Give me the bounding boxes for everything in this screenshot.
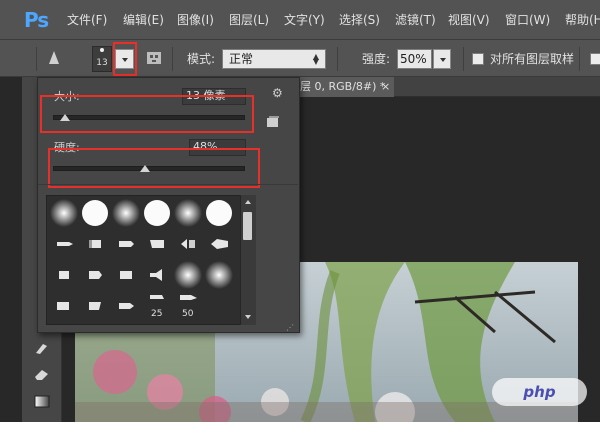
brush-tip-preset[interactable]	[111, 229, 142, 260]
updown-arrow-icon: ▲ ▼	[312, 52, 319, 66]
brush-soft-round[interactable]	[173, 260, 204, 291]
tool-preset-icon[interactable]	[46, 50, 62, 66]
brush-tip-preset[interactable]	[80, 260, 111, 291]
mode-label: 模式:	[187, 52, 216, 66]
brush-tip-preset[interactable]	[80, 291, 111, 322]
panel-divider	[38, 184, 298, 185]
strength-slider-button[interactable]	[433, 49, 451, 69]
brush-hard-round[interactable]	[142, 198, 173, 229]
menu-window[interactable]: 窗口(W)	[505, 11, 550, 29]
mode-value: 正常	[229, 52, 254, 66]
brush-tip-preset[interactable]	[80, 229, 111, 260]
close-tab-icon[interactable]: ×	[381, 77, 390, 97]
brush-tip-preset[interactable]	[49, 291, 80, 322]
eraser-tool-icon[interactable]	[33, 366, 51, 382]
brush-soft-round[interactable]	[49, 198, 80, 229]
brush-tip-icon	[100, 48, 104, 52]
highlight-box-dropdown	[113, 42, 137, 76]
brush-panel-toggle-icon[interactable]	[146, 50, 162, 66]
brush-tip-preset[interactable]: 25	[142, 291, 173, 322]
brush-size-25: 25	[151, 309, 163, 319]
php-watermark: php	[492, 378, 587, 406]
scroll-up-icon[interactable]	[245, 200, 251, 204]
photoshop-window: { "app": { "logo": "Ps" }, "menu": ["文件(…	[0, 0, 600, 422]
options-separator	[337, 47, 338, 71]
brush-tip-preset[interactable]	[204, 229, 235, 260]
brush-tip-preset[interactable]	[142, 260, 173, 291]
menu-layer[interactable]: 图层(L)	[229, 11, 269, 29]
brush-soft-round[interactable]	[204, 260, 235, 291]
brush-tip-preset[interactable]	[111, 291, 142, 322]
brush-soft-round[interactable]	[111, 198, 142, 229]
brush-hard-round[interactable]	[80, 198, 111, 229]
menu-edit[interactable]: 编辑(E)	[123, 11, 164, 29]
photoshop-logo: Ps	[24, 8, 49, 32]
menu-filter[interactable]: 滤镜(T)	[395, 11, 436, 29]
menu-image[interactable]: 图像(I)	[177, 11, 214, 29]
brush-tip-preset[interactable]	[49, 229, 80, 260]
brush-size-50: 50	[182, 309, 194, 319]
menu-type[interactable]: 文字(Y)	[284, 11, 325, 29]
brush-presets-grid[interactable]: 25 50	[46, 195, 256, 325]
scroll-down-icon[interactable]	[245, 315, 251, 319]
strength-input[interactable]: 50%	[397, 49, 432, 69]
brush-size-readout: 13	[96, 58, 108, 68]
brush-tip-preset[interactable]	[142, 229, 173, 260]
brush-tip-preset[interactable]	[49, 260, 80, 291]
brush-tip-preset[interactable]	[111, 260, 142, 291]
brush-hard-round[interactable]	[204, 198, 235, 229]
new-preset-icon[interactable]	[266, 116, 280, 128]
resize-grip-icon[interactable]: ⋰	[286, 323, 295, 332]
gradient-tool-icon[interactable]	[33, 393, 51, 409]
options-separator	[172, 47, 173, 71]
highlight-box-size	[40, 95, 254, 133]
options-separator	[36, 47, 37, 71]
smudge-tool-icon[interactable]	[33, 340, 51, 356]
document-tab[interactable]: 层 0, RGB/8#) *	[296, 77, 394, 97]
scrollbar-thumb[interactable]	[243, 212, 252, 240]
highlight-box-hardness	[48, 148, 260, 188]
options-separator	[463, 47, 464, 71]
pressure-checkbox[interactable]	[590, 53, 600, 65]
sample-all-layers-checkbox[interactable]	[472, 53, 484, 65]
brush-tip-preset[interactable]	[173, 229, 204, 260]
strength-label: 强度:	[362, 52, 391, 66]
menu-help[interactable]: 帮助(H)	[565, 11, 600, 29]
menu-file[interactable]: 文件(F)	[67, 11, 107, 29]
options-separator	[579, 47, 580, 71]
sample-all-layers-label: 对所有图层取样	[490, 52, 575, 66]
chevron-down-icon	[440, 58, 446, 62]
menu-select[interactable]: 选择(S)	[339, 11, 380, 29]
mode-select[interactable]: 正常 ▲ ▼	[222, 49, 326, 69]
brush-soft-round[interactable]	[173, 198, 204, 229]
brush-tip-preset[interactable]: 50	[173, 291, 204, 322]
gear-icon[interactable]: ⚙	[272, 86, 283, 100]
menu-view[interactable]: 视图(V)	[448, 11, 490, 29]
